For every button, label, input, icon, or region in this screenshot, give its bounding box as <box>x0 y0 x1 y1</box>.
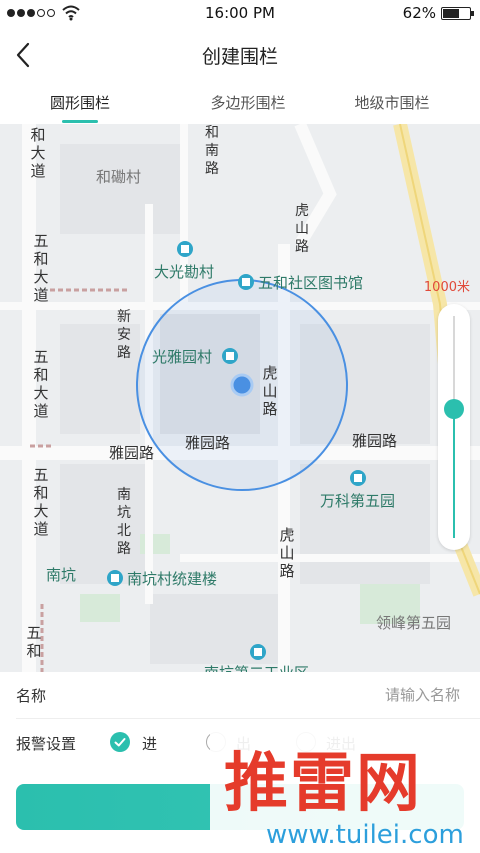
road-label-yayuan-c: 雅园路 <box>352 432 398 450</box>
radius-slider[interactable] <box>438 304 470 550</box>
slider-thumb[interactable] <box>444 399 464 420</box>
alarm-label: 报警设置 <box>16 735 77 753</box>
poi-building-icon <box>222 348 238 364</box>
road-label-nankeng-bei: 南坑北路 <box>117 487 131 557</box>
road-label-wuhe-a: 五和大道 <box>33 232 49 304</box>
place-label-guangya[interactable]: 光雅园村 <box>152 346 212 367</box>
road-label-yayuan-a: 雅园路 <box>109 444 155 462</box>
place-label-lingfeng: 领峰第五园 <box>376 614 452 632</box>
poi-building-icon <box>177 241 193 257</box>
place-label-nankeng: 南坑 <box>46 566 77 584</box>
tab-city-fence[interactable]: 地级市围栏 <box>322 92 462 113</box>
poi-building-icon <box>350 470 366 486</box>
radio-in-label: 进 <box>142 735 158 753</box>
place-label-daguang[interactable]: 大光勘村 <box>154 261 214 282</box>
check-icon <box>114 738 126 747</box>
name-row: 名称 <box>0 672 480 719</box>
road-label-xinan: 新安路 <box>117 309 131 361</box>
road-label-wuhe-c: 五和大道 <box>33 466 49 538</box>
watermark-url: www.tuilei.com <box>266 820 464 850</box>
place-label-vanke[interactable]: 万科第五园 <box>320 490 395 511</box>
watermark: 推雷网 www.tuilei.com <box>210 730 480 853</box>
map-base <box>0 124 480 672</box>
battery-percent: 62% <box>402 4 436 22</box>
road-label-henan: 和南路 <box>205 125 219 177</box>
status-bar: 16:00 PM 62% <box>0 0 480 26</box>
radio-in[interactable] <box>110 732 130 752</box>
place-label-hebing: 和磡村 <box>96 168 142 186</box>
map-view[interactable]: 和大道 五和大道 五和大道 五和大道 五和 和南路 虎山路 虎山路 虎山路 新安… <box>0 124 480 672</box>
slider-fill <box>453 409 455 538</box>
tab-bar: 圆形围栏 多边形围栏 地级市围栏 <box>0 84 480 124</box>
watermark-logo: 推雷网 <box>224 747 422 821</box>
page-title: 创建围栏 <box>201 46 278 68</box>
fence-center-marker[interactable] <box>230 373 254 397</box>
radius-scale-label: 1000米 <box>423 280 470 295</box>
battery-fill <box>443 9 460 18</box>
poi-building-icon <box>250 644 266 660</box>
road-label-wuhe-b: 五和大道 <box>33 348 49 420</box>
tab-active-indicator <box>62 120 98 123</box>
road-label-hushan-c: 虎山路 <box>279 526 295 580</box>
road-label-hushan-a: 虎山路 <box>295 203 309 255</box>
name-label: 名称 <box>16 687 47 705</box>
poi-building-icon <box>238 274 254 290</box>
road-label-wuhe-d: 五和 <box>26 624 42 660</box>
name-input[interactable] <box>240 680 460 710</box>
divider <box>16 718 480 719</box>
place-label-partial: 南坑第二工业区 <box>204 662 309 672</box>
nav-bar: 创建围栏 <box>0 26 480 84</box>
road-label-hushan-b: 虎山路 <box>262 364 278 418</box>
battery-icon <box>441 7 474 20</box>
place-label-library[interactable]: 五和社区图书馆 <box>258 272 363 293</box>
tab-circle-fence[interactable]: 圆形围栏 <box>10 92 150 113</box>
place-label-nankeng-bldg[interactable]: 南坑村统建楼 <box>127 568 217 589</box>
road-label-hehe: 和大道 <box>30 126 46 180</box>
road-label-yayuan-b: 雅园路 <box>185 434 231 452</box>
tab-polygon-fence[interactable]: 多边形围栏 <box>178 92 318 113</box>
poi-building-icon <box>107 570 123 586</box>
